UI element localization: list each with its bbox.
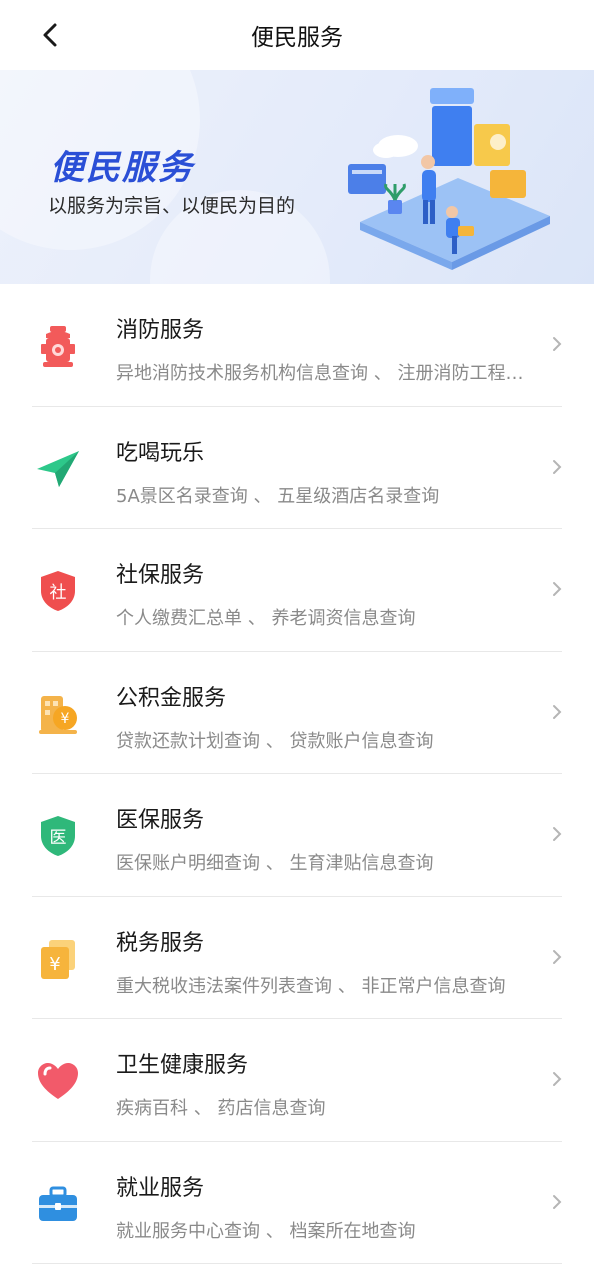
service-desc: 医保账户明细查询 、 生育津贴信息查询	[116, 853, 434, 874]
service-title: 卫生健康服务	[116, 1053, 249, 1078]
svg-text:¥: ¥	[49, 954, 60, 975]
service-item-health[interactable]: 卫生健康服务 疾病百科 、 药店信息查询	[0, 1019, 594, 1142]
service-title: 就业服务	[116, 1175, 205, 1201]
chevron-right-icon	[553, 949, 562, 964]
service-desc: 5A景区名录查询 、 五星级酒店名录查询	[116, 485, 440, 507]
service-desc: 贷款还款计划查询 、 贷款账户信息查询	[116, 730, 434, 752]
service-title: 税务服务	[116, 930, 205, 956]
service-desc: 就业服务中心查询 、 档案所在地查询	[116, 1220, 416, 1242]
service-title: 医保服务	[116, 808, 205, 833]
fire-hydrant-icon	[34, 322, 82, 370]
shield-social-icon: 社	[34, 567, 82, 615]
shield-glyph: 社	[50, 583, 67, 603]
service-item-entertainment[interactable]: 吃喝玩乐 5A景区名录查询 、 五星级酒店名录查询	[0, 407, 594, 529]
chevron-right-icon	[553, 704, 562, 719]
tax-yuan-icon: ¥	[34, 935, 82, 983]
service-item-social-security[interactable]: 社 社保服务 个人缴费汇总单 、 养老调资信息查询	[0, 529, 594, 652]
shield-medical-icon: 医	[34, 812, 82, 860]
service-title: 消防服务	[116, 318, 205, 343]
chevron-right-icon	[553, 1194, 562, 1209]
svg-text:¥: ¥	[61, 711, 70, 727]
chevron-right-icon	[553, 582, 562, 596]
service-list: 消防服务 异地消防技术服务机构信息查询 、 注册消防工程师信息查询 吃喝玩乐 5…	[0, 284, 594, 1264]
chevron-right-icon	[553, 1072, 562, 1086]
chevron-right-icon	[553, 459, 562, 474]
service-item-fire[interactable]: 消防服务 异地消防技术服务机构信息查询 、 注册消防工程师信息查询	[0, 284, 594, 407]
banner-subtitle: 以服务为宗旨、以便民为目的	[48, 195, 296, 217]
chevron-right-icon	[553, 827, 562, 841]
service-item-housing-fund[interactable]: ¥ 公积金服务 贷款还款计划查询 、 贷款账户信息查询	[0, 652, 594, 774]
briefcase-icon	[34, 1180, 82, 1228]
service-title: 吃喝玩乐	[116, 440, 205, 466]
hero-banner: 便民服务 以服务为宗旨、以便民为目的	[0, 70, 594, 284]
nav-bar: 便民服务	[0, 0, 594, 70]
service-desc: 重大税收违法案件列表查询 、 非正常户信息查询	[116, 975, 506, 997]
service-desc: 疾病百科 、 药店信息查询	[116, 1098, 326, 1119]
service-desc: 个人缴费汇总单 、 养老调资信息查询	[116, 608, 416, 629]
paper-plane-icon	[34, 445, 82, 493]
heart-icon	[34, 1057, 82, 1105]
service-item-tax[interactable]: ¥ 税务服务 重大税收违法案件列表查询 、 非正常户信息查询	[0, 897, 594, 1019]
banner-illustration	[348, 88, 550, 270]
service-item-employment[interactable]: 就业服务 就业服务中心查询 、 档案所在地查询	[0, 1142, 594, 1264]
service-item-medical-insurance[interactable]: 医 医保服务 医保账户明细查询 、 生育津贴信息查询	[0, 774, 594, 897]
banner-heading: 便民服务	[50, 148, 194, 188]
chevron-right-icon	[553, 337, 562, 351]
service-desc: 异地消防技术服务机构信息查询 、 注册消防工程师信息查询	[116, 363, 536, 384]
service-title: 社保服务	[116, 563, 205, 588]
divider	[32, 1263, 562, 1264]
building-coin-icon: ¥	[34, 690, 82, 738]
shield-glyph: 医	[50, 828, 67, 848]
service-title: 公积金服务	[116, 685, 227, 711]
page-title: 便民服务	[251, 25, 343, 51]
